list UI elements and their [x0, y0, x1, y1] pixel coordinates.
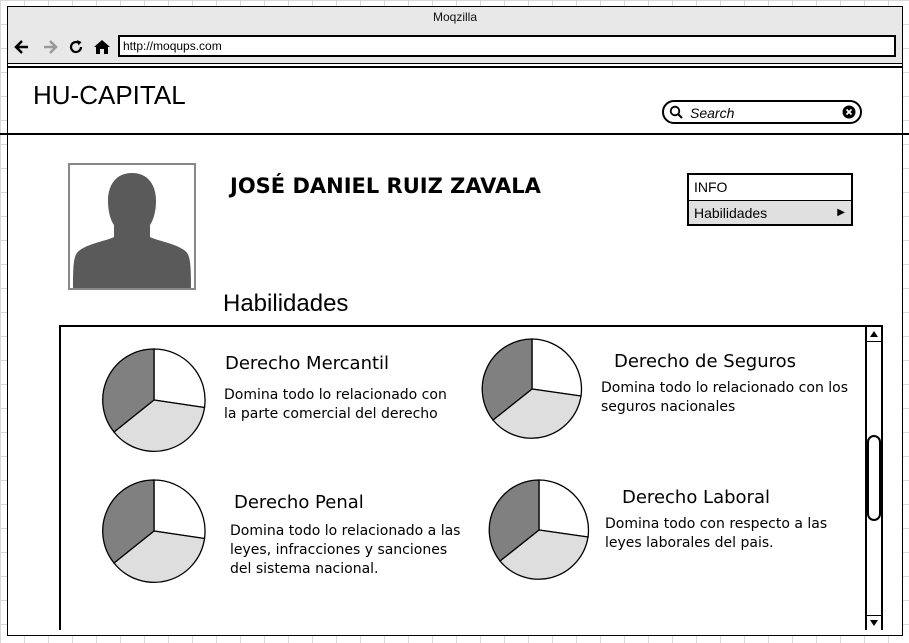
scroll-up-button[interactable]: [867, 327, 881, 342]
skill-description-line: Domina todo con respecto a las: [605, 516, 828, 532]
skill-description-line: leyes laborales del pais.: [605, 535, 774, 551]
skill-description-line: seguros nacionales: [601, 399, 736, 415]
skill-description: Domina todo lo relacionado con la parte …: [224, 386, 447, 424]
avatar: [68, 163, 196, 290]
arrow-right-icon[interactable]: [40, 37, 60, 57]
home-icon[interactable]: [92, 37, 112, 57]
menu-item-habilidades[interactable]: Habilidades ▶: [689, 200, 851, 224]
window-title: Moqzilla: [432, 10, 477, 24]
skill-title: Derecho de Seguros: [614, 351, 797, 372]
brand-title: HU-CAPITAL: [33, 80, 186, 110]
triangle-right-icon: ▶: [837, 207, 845, 218]
pie-chart-icon: [102, 479, 206, 583]
skills-panel[interactable]: Derecho Mercantil Domina todo lo relacio…: [59, 325, 883, 630]
skill-description-line: Domina todo lo relacionado a las: [230, 523, 461, 539]
menu-item-label: INFO: [694, 179, 728, 195]
clear-icon[interactable]: [842, 105, 856, 119]
menu-item-label: Habilidades: [694, 205, 768, 221]
reload-icon[interactable]: [66, 37, 86, 57]
search-input[interactable]: [688, 104, 842, 122]
profile-name: JOSÉ DANIEL RUIZ ZAVALA: [230, 174, 541, 198]
pie-chart-icon: [102, 348, 206, 452]
menu-item-info[interactable]: INFO: [689, 175, 851, 199]
arrow-left-icon[interactable]: [12, 37, 32, 57]
scrollbar[interactable]: [865, 327, 881, 630]
skill-description: Domina todo lo relacionado con los segur…: [601, 379, 848, 417]
pie-chart-icon: [488, 479, 590, 580]
side-menu: INFO Habilidades ▶: [687, 173, 853, 226]
scroll-down-button[interactable]: [867, 615, 881, 630]
skill-description-line: la parte comercial del derecho: [224, 406, 438, 422]
browser-toolbar: http://moqups.com: [8, 31, 902, 64]
skill-description-line: Domina todo lo relacionado con los: [601, 380, 849, 396]
window-titlebar: Moqzilla: [8, 7, 902, 31]
triangle-up-icon: [870, 331, 878, 337]
scrollbar-thumb[interactable]: [867, 435, 881, 521]
header-divider: [0, 133, 909, 135]
skill-description-line: Domina todo lo relacionado con: [224, 387, 447, 403]
search-icon: [669, 105, 683, 119]
skill-description-line: del sistema nacional.: [230, 561, 379, 577]
skill-title: Derecho Penal: [234, 492, 364, 513]
skill-description-line: leyes, infracciones y sanciones: [230, 542, 448, 558]
url-field[interactable]: http://moqups.com: [118, 35, 896, 57]
triangle-down-icon: [870, 620, 878, 626]
skill-description: Domina todo lo relacionado a las leyes, …: [230, 522, 460, 579]
section-title: Habilidades: [223, 290, 349, 317]
pie-chart-icon: [481, 338, 583, 439]
skill-title: Derecho Laboral: [622, 487, 770, 508]
divider: [8, 66, 902, 68]
skill-description: Domina todo con respecto a las leyes lab…: [605, 515, 827, 553]
search-box[interactable]: [662, 100, 862, 124]
skill-title: Derecho Mercantil: [225, 353, 390, 374]
user-silhouette-icon: [73, 173, 191, 288]
